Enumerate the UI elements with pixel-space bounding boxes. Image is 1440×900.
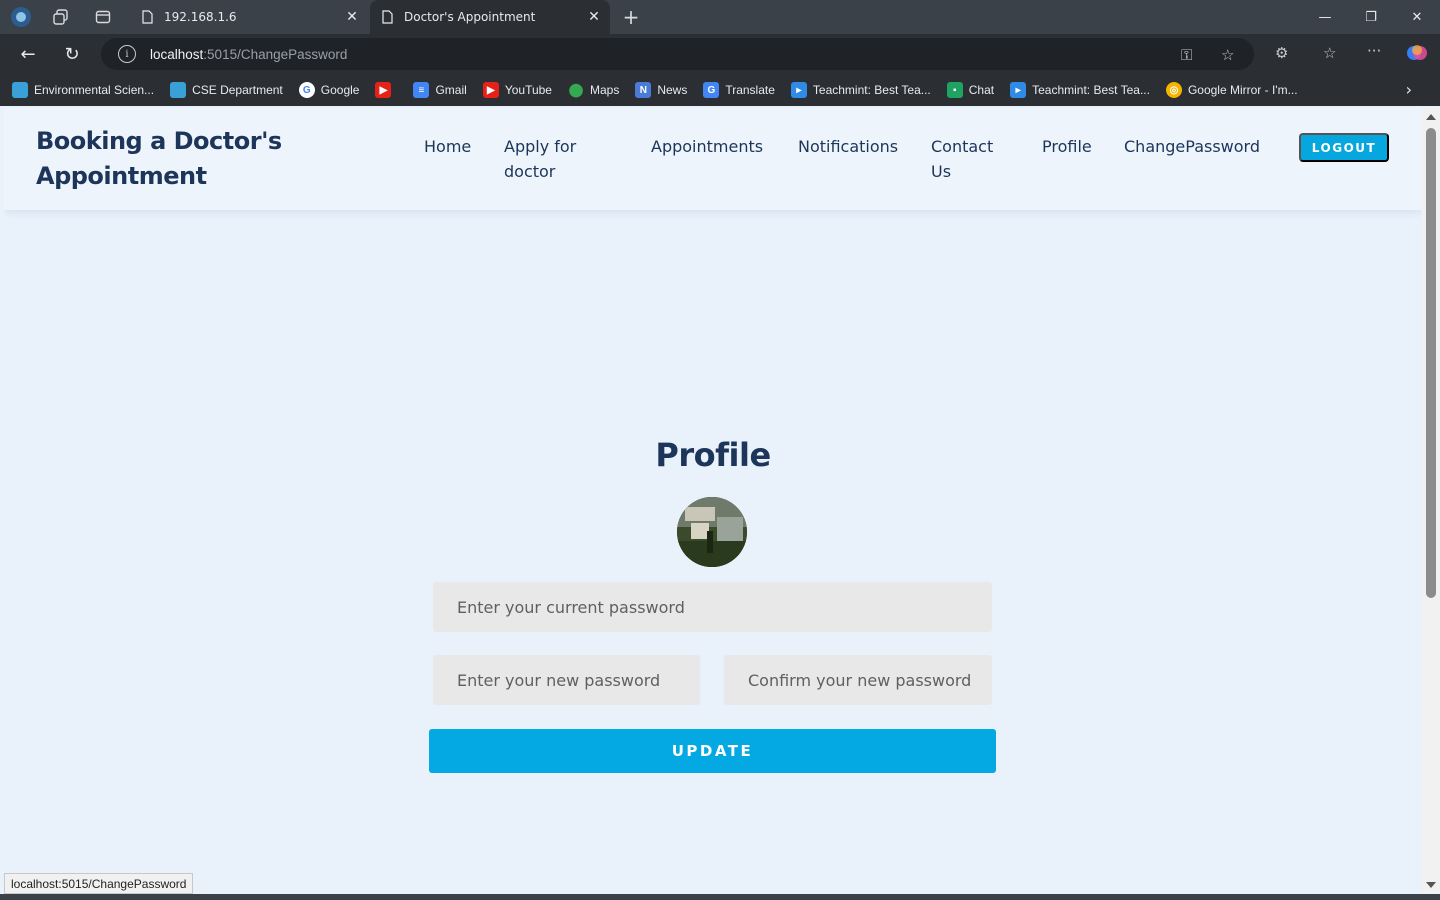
bookmark-label: Google Mirror - I'm... bbox=[1187, 83, 1298, 97]
bookmark-label: Translate bbox=[725, 83, 775, 97]
restore-icon[interactable]: ❐ bbox=[1348, 0, 1394, 34]
bookmark-label: News bbox=[657, 83, 688, 97]
bookmark-label: YouTube bbox=[504, 83, 552, 97]
bookmark-teachmint-2[interactable]: ▸ Teachmint: Best Tea... bbox=[1010, 82, 1150, 98]
key-icon[interactable]: ⚿ bbox=[1181, 46, 1192, 64]
favorite-star-icon[interactable]: ☆ bbox=[1221, 46, 1234, 64]
bookmark-favicon-icon bbox=[170, 82, 187, 98]
chrome-icon: ◎ bbox=[1165, 82, 1182, 98]
bookmark-label: Gmail bbox=[435, 83, 467, 97]
bookmark-translate[interactable]: G Translate bbox=[703, 82, 775, 98]
url-text[interactable]: localhost:5015/ChangePassword bbox=[150, 47, 347, 62]
teachmint-icon: ▸ bbox=[1010, 82, 1027, 98]
site-brand[interactable]: Booking a Doctor's Appointment bbox=[36, 124, 296, 194]
profile-avatar-icon[interactable] bbox=[10, 6, 32, 28]
bookmark-label: Teachmint: Best Tea... bbox=[812, 83, 931, 97]
docs-icon: ≡ bbox=[413, 82, 430, 98]
nav-home[interactable]: Home bbox=[424, 134, 471, 159]
bookmark-teachmint-1[interactable]: ▸ Teachmint: Best Tea... bbox=[790, 82, 931, 98]
browser-tab-bar: 192.168.1.6 ✕ Doctor's Appointment ✕ + —… bbox=[0, 0, 1440, 34]
back-arrow-icon[interactable]: ← bbox=[13, 40, 43, 68]
map-pin-icon: ⬤ bbox=[568, 82, 584, 97]
nav-change-password[interactable]: ChangePassword bbox=[1124, 134, 1260, 159]
scroll-up-icon[interactable] bbox=[1426, 114, 1436, 120]
bookmark-favicon-icon bbox=[12, 82, 28, 98]
bookmark-cse-department[interactable]: CSE Department bbox=[170, 82, 283, 98]
document-lock-icon bbox=[140, 10, 154, 24]
bookmarks-bar: Environmental Scien... CSE Department GG… bbox=[0, 74, 1440, 106]
bookmark-maps[interactable]: ⬤ Maps bbox=[568, 82, 620, 98]
minimize-icon[interactable]: — bbox=[1302, 0, 1348, 34]
bookmark-google[interactable]: G Google bbox=[298, 82, 360, 98]
close-window-icon[interactable]: ✕ bbox=[1394, 0, 1440, 34]
address-bar[interactable]: i localhost:5015/ChangePassword ⚿ ☆ bbox=[101, 38, 1254, 70]
reload-icon[interactable]: ↻ bbox=[57, 40, 87, 68]
avatar[interactable] bbox=[677, 497, 747, 567]
favorites-icon[interactable]: ☆ bbox=[1323, 44, 1336, 62]
bookmark-label: Environmental Scien... bbox=[34, 83, 155, 97]
logout-button[interactable]: LOGOUT bbox=[1299, 133, 1389, 162]
new-tab-icon[interactable]: + bbox=[620, 5, 642, 29]
scrollbar-thumb[interactable] bbox=[1426, 128, 1436, 598]
translate-icon: G bbox=[703, 82, 720, 98]
page-title: Profile bbox=[655, 436, 771, 474]
google-icon: G bbox=[298, 82, 315, 98]
tab-doctors-appointment[interactable]: Doctor's Appointment ✕ bbox=[370, 0, 610, 34]
youtube-icon: ▶ bbox=[375, 82, 392, 98]
bookmark-environmental-science[interactable]: Environmental Scien... bbox=[12, 82, 154, 98]
nav-notifications[interactable]: Notifications bbox=[798, 134, 898, 159]
chevron-right-icon[interactable]: › bbox=[1406, 80, 1412, 99]
extensions-icon[interactable]: ⚙ bbox=[1275, 44, 1288, 62]
copilot-icon[interactable] bbox=[1406, 42, 1428, 68]
update-button[interactable]: UPDATE bbox=[429, 729, 996, 773]
tab-title: Doctor's Appointment bbox=[404, 10, 536, 24]
workspaces-icon[interactable] bbox=[50, 6, 72, 28]
more-menu-icon[interactable]: ··· bbox=[1367, 42, 1381, 60]
tab-actions-icon[interactable] bbox=[92, 6, 114, 28]
bookmark-youtube-icon-only[interactable]: ▶ bbox=[375, 82, 397, 98]
chat-icon: ▪ bbox=[946, 82, 963, 98]
teachmint-icon: ▸ bbox=[790, 82, 807, 98]
page-scrollbar[interactable] bbox=[1422, 108, 1440, 894]
close-tab-icon[interactable]: ✕ bbox=[584, 9, 604, 25]
nav-contact-us[interactable]: Contact Us bbox=[931, 134, 1011, 184]
bookmark-google-mirror[interactable]: ◎ Google Mirror - I'm... bbox=[1165, 82, 1298, 98]
scroll-down-icon[interactable] bbox=[1426, 882, 1436, 888]
site-header: Booking a Doctor's Appointment Home Appl… bbox=[4, 108, 1422, 210]
document-icon bbox=[380, 10, 394, 24]
close-tab-icon[interactable]: ✕ bbox=[342, 9, 362, 25]
new-password-input[interactable] bbox=[433, 655, 700, 705]
nav-profile[interactable]: Profile bbox=[1042, 134, 1092, 159]
nav-apply-for-doctor[interactable]: Apply for doctor bbox=[504, 134, 614, 184]
tab-title: 192.168.1.6 bbox=[164, 10, 237, 24]
tab-192-168-1-6[interactable]: 192.168.1.6 ✕ bbox=[130, 0, 368, 34]
bookmark-youtube[interactable]: ▶ YouTube bbox=[482, 82, 552, 98]
bookmark-label: Google bbox=[320, 83, 360, 97]
window-bottom-edge bbox=[0, 894, 1440, 900]
news-icon: N bbox=[635, 82, 652, 98]
youtube-icon: ▶ bbox=[482, 82, 499, 98]
bookmark-gmail[interactable]: ≡ Gmail bbox=[413, 82, 467, 98]
site-info-icon[interactable]: i bbox=[118, 45, 136, 63]
nav-appointments[interactable]: Appointments bbox=[651, 134, 763, 159]
bookmark-label: Chat bbox=[968, 83, 995, 97]
browser-toolbar: ← ↻ i localhost:5015/ChangePassword ⚿ ☆ … bbox=[0, 34, 1440, 74]
page-viewport: Booking a Doctor's Appointment Home Appl… bbox=[4, 108, 1422, 894]
bookmark-label: Maps bbox=[589, 83, 620, 97]
link-status-tooltip: localhost:5015/ChangePassword bbox=[4, 873, 194, 894]
bookmark-news[interactable]: N News bbox=[635, 82, 687, 98]
bookmark-label: Teachmint: Best Tea... bbox=[1032, 83, 1150, 97]
bookmark-label: CSE Department bbox=[192, 83, 283, 97]
bookmark-chat[interactable]: ▪ Chat bbox=[946, 82, 995, 98]
current-password-input[interactable] bbox=[433, 582, 992, 632]
confirm-password-input[interactable] bbox=[724, 655, 992, 705]
